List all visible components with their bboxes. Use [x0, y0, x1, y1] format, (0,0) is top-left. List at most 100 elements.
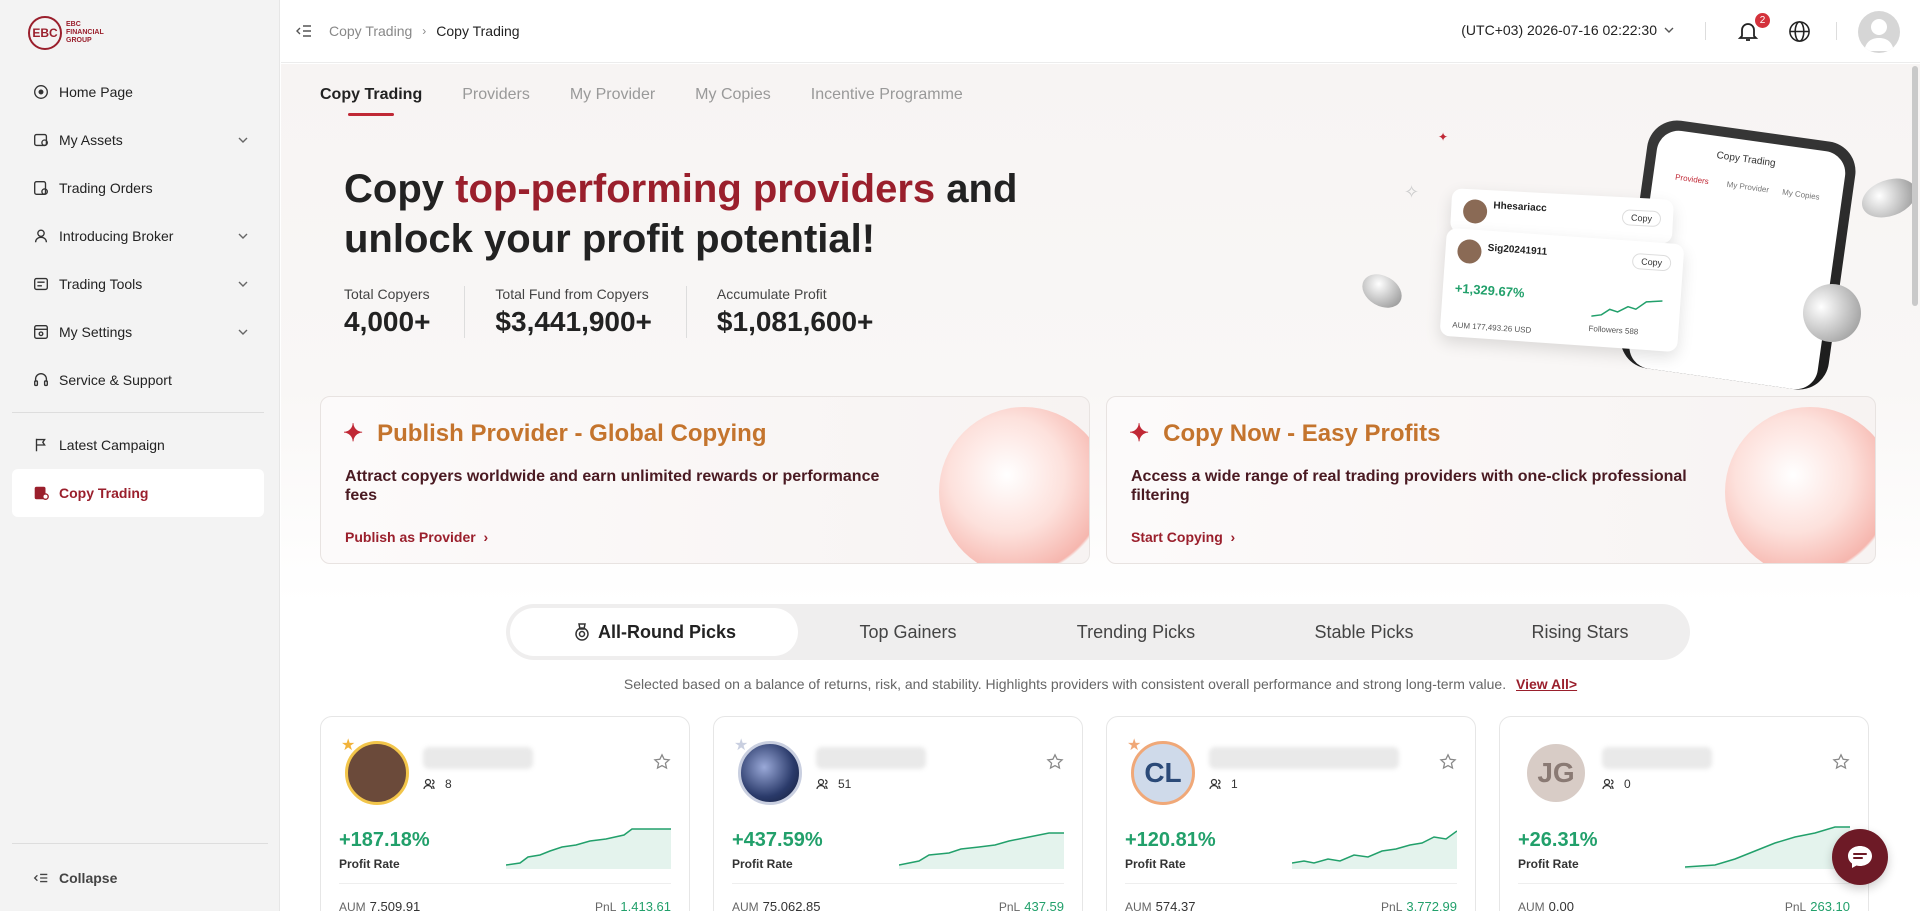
chevron-down-icon: [238, 281, 248, 287]
sidebar-item-latest-campaign[interactable]: Latest Campaign: [12, 421, 264, 469]
pnl-label: PnL: [1784, 900, 1807, 911]
chevron-down-icon: [238, 137, 248, 143]
profit-rate-label: Profit Rate: [732, 857, 793, 871]
tab-copy-trading[interactable]: Copy Trading: [320, 86, 422, 116]
sidebar-item-my-settings[interactable]: My Settings: [12, 308, 264, 356]
sidebar-item-introducing-broker[interactable]: Introducing Broker: [12, 212, 264, 260]
coin-illustration: [1356, 267, 1408, 315]
chevron-right-icon: ›: [1226, 529, 1236, 545]
phone-tab: Providers: [1674, 172, 1710, 187]
breadcrumb-parent[interactable]: Copy Trading: [329, 23, 412, 39]
promo-card-copy-now[interactable]: ✦ Copy Now - Easy Profits Access a wide …: [1106, 396, 1876, 564]
provider-card[interactable]: JG 0 +26.31% Profit Rate AUM 0.00 PnL 263.…: [1499, 716, 1869, 911]
divider: [1125, 883, 1457, 884]
wallet-icon: [34, 133, 48, 147]
sparkle-icon: ✧: [1404, 182, 1420, 202]
picks-desc-text: Selected based on a balance of returns, …: [623, 676, 1507, 692]
coin-illustration: [1856, 171, 1920, 225]
sidebar-item-label: Latest Campaign: [59, 437, 165, 453]
phone-card: Sig20241911 Copy +1,329.67% AUM 177,493.…: [1439, 227, 1685, 353]
breadcrumb-current: Copy Trading: [436, 23, 520, 39]
tab-stable-picks[interactable]: Stable Picks: [1254, 608, 1474, 656]
promo-card-publish[interactable]: ✦ Publish Provider - Global Copying Attr…: [320, 396, 1090, 564]
aum-value: 75,062.85: [762, 899, 821, 911]
start-copying-link[interactable]: Start Copying ›: [1131, 529, 1235, 545]
phone-copy-button: Copy: [1631, 252, 1672, 272]
avatar[interactable]: [1858, 11, 1900, 53]
provider-card[interactable]: ★ 8 +187.18% Profit Rate AUM 7,509.91 PnL…: [320, 716, 690, 911]
timezone-label: (UTC+03) 2026-07-16 02:22:30: [1461, 22, 1657, 38]
performance-sparkline: [506, 828, 671, 869]
profit-rate-value: +120.81%: [1125, 829, 1216, 851]
tab-my-copies[interactable]: My Copies: [695, 86, 771, 116]
performance-sparkline: [1292, 830, 1457, 869]
logo-mark: EBC: [28, 16, 62, 50]
tab-incentive-programme[interactable]: Incentive Programme: [811, 86, 963, 116]
hero-illustration: ✦ ✧ Copy Trading Providers My Provider M…: [1356, 104, 1920, 394]
sidebar-item-label: My Assets: [59, 132, 123, 148]
profit-rate-value: +26.31%: [1518, 829, 1598, 851]
sidebar-item-copy-trading[interactable]: Copy Trading: [12, 469, 264, 517]
sidebar-item-trading-tools[interactable]: Trading Tools: [12, 260, 264, 308]
chat-icon: [1848, 846, 1872, 868]
chat-support-button[interactable]: [1832, 829, 1888, 885]
phone-card-name: Hhesariacc: [1493, 200, 1548, 215]
hero-title-pre: Copy: [344, 167, 456, 211]
phone-card-followers: Followers 588: [1588, 323, 1639, 337]
divider: [1518, 883, 1850, 884]
followers-icon: [1209, 778, 1221, 790]
stat-total-fund: Total Fund from Copyers $3,441,900+: [495, 286, 687, 338]
breadcrumb-separator: ›: [422, 24, 427, 38]
stat-label: Total Fund from Copyers: [495, 286, 649, 302]
scrollbar[interactable]: [1912, 66, 1918, 306]
star-icon[interactable]: [1439, 753, 1457, 771]
phone-title: Copy Trading: [1715, 150, 1777, 170]
pnl-label: PnL: [998, 900, 1021, 911]
phone-card-name: Sig20241911: [1487, 242, 1548, 258]
publish-as-provider-link[interactable]: Publish as Provider ›: [345, 529, 488, 545]
notification-badge: 2: [1755, 13, 1770, 28]
hero-title-highlight: top-performing providers: [455, 167, 936, 211]
chevron-down-icon: [1664, 27, 1674, 33]
phone-copy-button: Copy: [1621, 209, 1662, 228]
copy-trading-icon: [34, 486, 49, 500]
collapse-icon: [33, 873, 48, 882]
tab-all-round-picks[interactable]: All-Round Picks: [510, 608, 798, 656]
divider: [732, 883, 1064, 884]
provider-card[interactable]: ★ 51 +437.59% Profit Rate AUM 75,062.85 P…: [713, 716, 1083, 911]
promo-illustration: [939, 407, 1089, 563]
pnl-value: 1,413.61: [620, 899, 671, 911]
phone-tab: My Copies: [1781, 187, 1821, 202]
pnl-label: PnL: [595, 900, 617, 911]
provider-card[interactable]: CL ★ 1 +120.81% Profit Rate AUM 574.37 Pn…: [1106, 716, 1476, 911]
user-icon: [34, 229, 48, 243]
star-icon[interactable]: [1046, 753, 1064, 771]
chevron-down-icon: [238, 233, 248, 239]
star-icon[interactable]: [1832, 753, 1850, 771]
sidebar-item-trading-orders[interactable]: Trading Orders: [12, 164, 264, 212]
sidebar-item-home[interactable]: Home Page: [12, 68, 264, 116]
phone-card-pct: +1,329.67%: [1454, 280, 1525, 301]
profit-rate-label: Profit Rate: [339, 857, 400, 871]
home-icon: [34, 85, 48, 99]
tab-my-provider[interactable]: My Provider: [570, 86, 655, 116]
sidebar-item-my-assets[interactable]: My Assets: [12, 116, 264, 164]
star-icon[interactable]: [653, 753, 671, 771]
profit-rate-value: +437.59%: [732, 829, 823, 851]
logo[interactable]: EBC EBC FINANCIAL GROUP: [28, 16, 110, 50]
tab-rising-stars[interactable]: Rising Stars: [1474, 608, 1686, 656]
tab-top-gainers[interactable]: Top Gainers: [798, 608, 1018, 656]
performance-sparkline: [1685, 826, 1850, 869]
tab-providers[interactable]: Providers: [462, 86, 530, 116]
tab-trending-picks[interactable]: Trending Picks: [1018, 608, 1254, 656]
profit-rate-label: Profit Rate: [1125, 857, 1186, 871]
divider: [339, 883, 671, 884]
menu-fold-icon[interactable]: [296, 23, 312, 39]
profit-rate-label: Profit Rate: [1518, 857, 1579, 871]
avatar-placeholder-icon: [1864, 19, 1894, 51]
sidebar-item-service-support[interactable]: Service & Support: [12, 356, 264, 404]
view-all-link[interactable]: View All>: [1516, 676, 1577, 692]
collapse-button[interactable]: Collapse: [12, 843, 268, 911]
globe-icon[interactable]: [1788, 20, 1811, 43]
timezone-selector[interactable]: (UTC+03) 2026-07-16 02:22:30: [1461, 22, 1675, 38]
